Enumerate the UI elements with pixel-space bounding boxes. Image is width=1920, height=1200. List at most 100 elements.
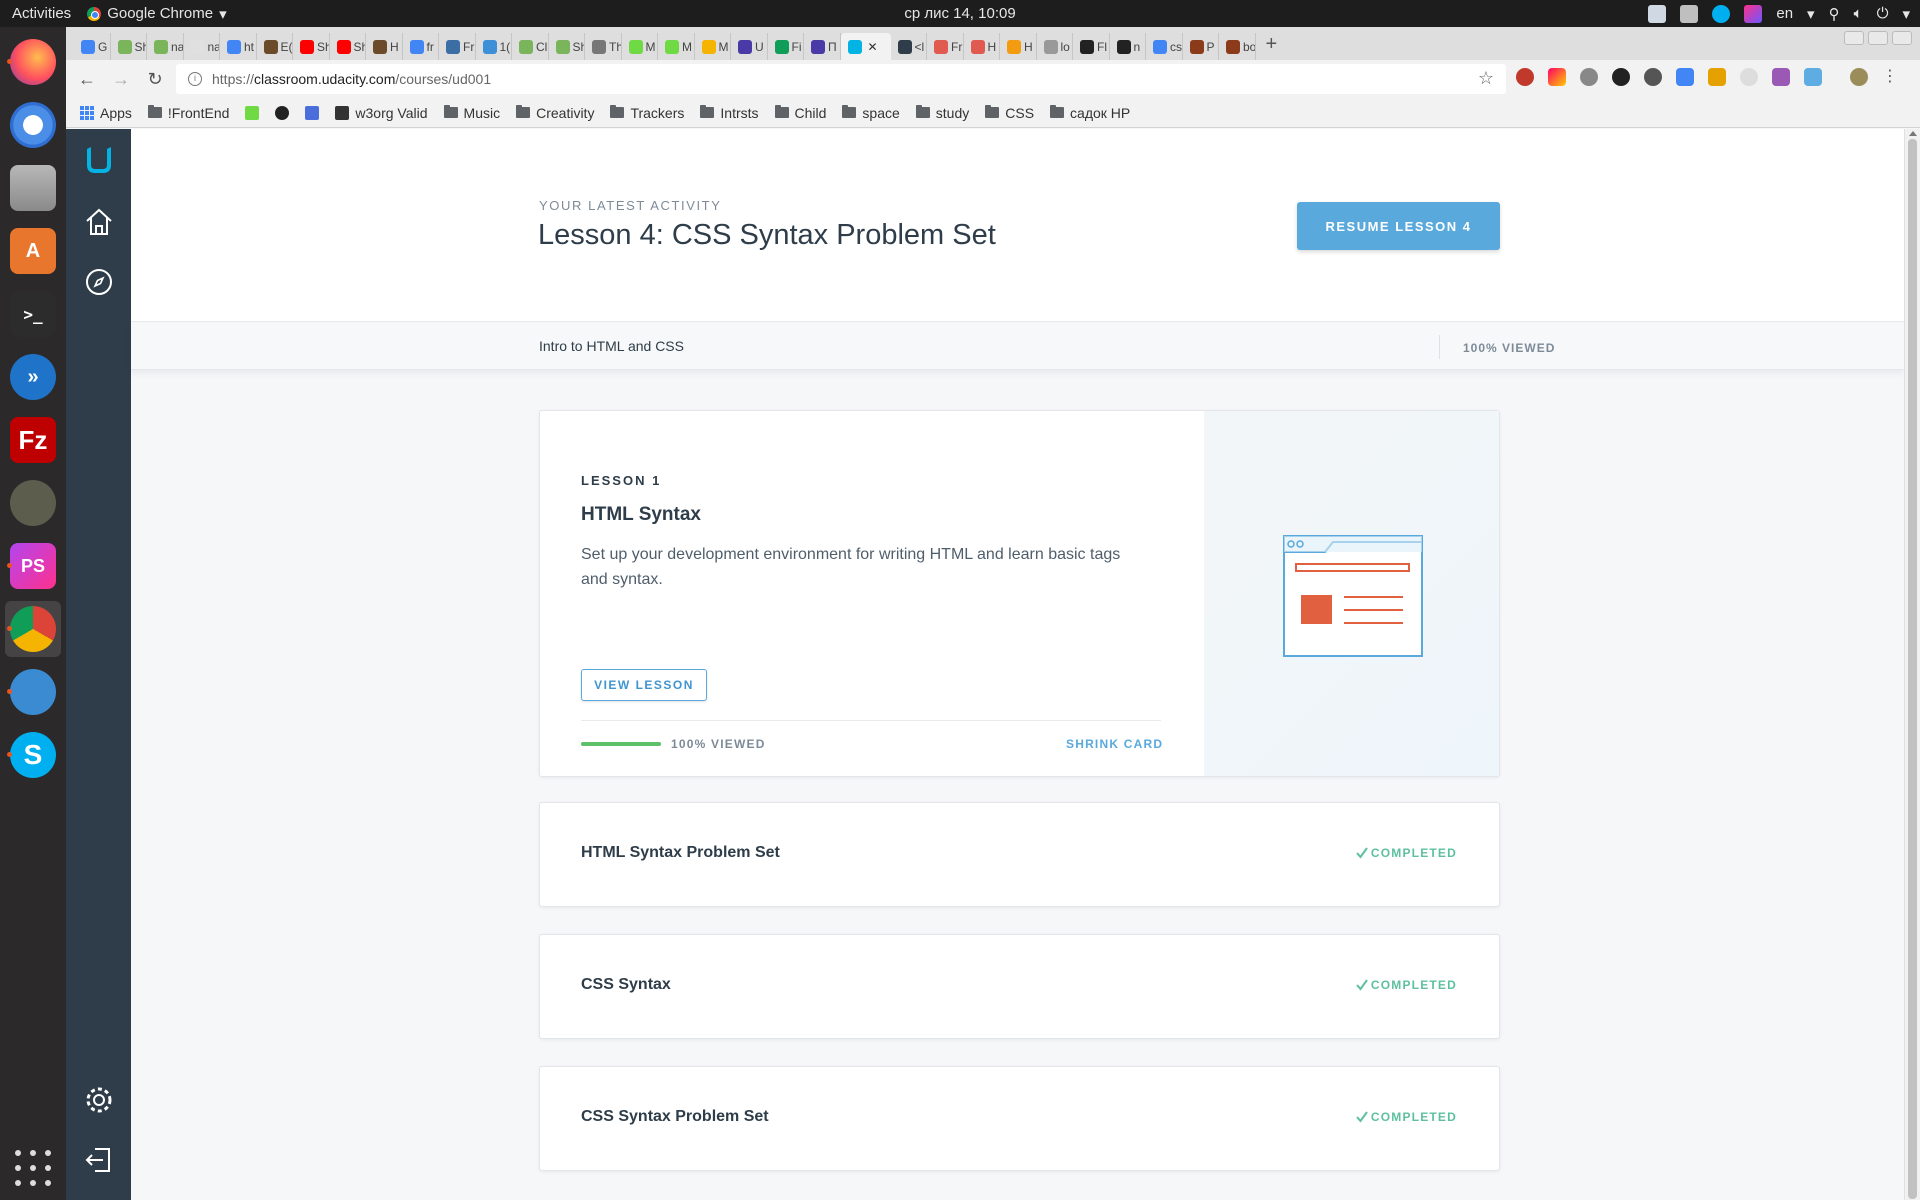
profile-avatar[interactable] bbox=[1850, 68, 1868, 86]
bookmark-item[interactable] bbox=[245, 105, 260, 120]
address-bar[interactable]: i https://classroom.udacity.com/courses/… bbox=[176, 64, 1506, 94]
browser-tab[interactable]: Sh bbox=[293, 33, 330, 60]
show-applications-icon[interactable] bbox=[13, 1148, 53, 1188]
app-menu[interactable]: Google Chrome ▾ bbox=[87, 5, 227, 23]
close-tab-icon[interactable]: ✕ bbox=[868, 40, 878, 54]
bookmark-item[interactable]: Creativity bbox=[516, 105, 594, 121]
concept-card[interactable]: CSS Syntax Problem Set COMPLETED bbox=[539, 1066, 1500, 1171]
logout-icon[interactable] bbox=[83, 1144, 115, 1176]
browser-tab[interactable]: Cl bbox=[512, 33, 549, 60]
pen-icon[interactable] bbox=[1772, 68, 1790, 86]
dock-chromium[interactable] bbox=[5, 97, 61, 153]
bookmark-item[interactable]: !FrontEnd bbox=[147, 105, 229, 121]
browser-tab[interactable]: П bbox=[804, 33, 841, 60]
browser-tab[interactable]: fr bbox=[403, 33, 439, 60]
dock-phpstorm[interactable]: PS bbox=[5, 538, 61, 594]
browser-tab[interactable]: n bbox=[1110, 33, 1146, 60]
network-icon[interactable]: ⚲ bbox=[1829, 5, 1840, 23]
browser-tab[interactable]: na bbox=[184, 33, 220, 60]
browser-tab[interactable]: H bbox=[366, 33, 403, 60]
udacity-logo-icon[interactable] bbox=[81, 143, 117, 179]
bookmark-item[interactable]: садок HP bbox=[1050, 105, 1130, 121]
bookmark-item[interactable]: w3org Valid bbox=[335, 105, 428, 121]
eye-icon[interactable] bbox=[1612, 68, 1630, 86]
minimize-button[interactable] bbox=[1844, 31, 1864, 45]
dock-software-center[interactable]: A bbox=[5, 223, 61, 279]
extension-icon[interactable] bbox=[1644, 68, 1662, 86]
skype-tray-icon[interactable] bbox=[1712, 4, 1731, 23]
extension-icon[interactable] bbox=[1580, 68, 1598, 86]
browser-tab[interactable]: P bbox=[1183, 33, 1219, 60]
browser-tab[interactable]: Sh bbox=[549, 33, 585, 60]
page-scrollbar[interactable] bbox=[1904, 129, 1920, 1200]
close-window-button[interactable] bbox=[1892, 31, 1912, 45]
course-name[interactable]: Intro to HTML and CSS bbox=[539, 338, 684, 354]
dock-firefox[interactable] bbox=[5, 34, 61, 90]
language-indicator[interactable]: en bbox=[1776, 5, 1793, 22]
browser-tab[interactable]: H bbox=[964, 33, 1000, 60]
maximize-button[interactable] bbox=[1868, 31, 1888, 45]
volume-icon[interactable]: 🔈︎ bbox=[1854, 5, 1863, 22]
dock-chrome[interactable] bbox=[5, 601, 61, 657]
dock-files[interactable] bbox=[5, 160, 61, 216]
browser-tab[interactable]: E( bbox=[257, 33, 293, 60]
bookmark-item[interactable]: Intrsts bbox=[700, 105, 759, 121]
concept-card[interactable]: HTML Syntax Problem Set COMPLETED bbox=[539, 802, 1500, 907]
shrink-card-button[interactable]: SHRINK CARD bbox=[1066, 737, 1163, 751]
home-icon[interactable] bbox=[82, 205, 116, 239]
extension-icon[interactable] bbox=[1516, 68, 1534, 86]
site-info-icon[interactable]: i bbox=[188, 72, 202, 86]
extension-icon[interactable] bbox=[1548, 68, 1566, 86]
view-lesson-button[interactable]: VIEW LESSON bbox=[581, 669, 707, 701]
browser-tab[interactable]: Fi bbox=[768, 33, 804, 60]
jetbrains-toolbox-icon[interactable] bbox=[1744, 4, 1763, 23]
back-icon[interactable]: ← bbox=[74, 66, 100, 92]
forward-icon[interactable]: → bbox=[108, 66, 134, 92]
browser-tab[interactable]: bo bbox=[1219, 33, 1256, 60]
browser-tab[interactable]: U bbox=[731, 33, 768, 60]
resume-lesson-button[interactable]: RESUME LESSON 4 bbox=[1297, 202, 1500, 250]
activities-button[interactable]: Activities bbox=[12, 5, 71, 22]
browser-tab[interactable]: G sh bbox=[74, 33, 111, 60]
bookmark-item[interactable]: CSS bbox=[985, 105, 1034, 121]
dock-app-arrows[interactable]: » bbox=[5, 349, 61, 405]
compass-icon[interactable] bbox=[82, 265, 116, 299]
browser-tab[interactable]: M bbox=[658, 33, 695, 60]
bluetooth-icon[interactable] bbox=[1680, 4, 1699, 23]
browser-tab[interactable]: M bbox=[622, 33, 658, 60]
browser-tab[interactable]: <l bbox=[891, 33, 927, 60]
concept-card[interactable]: CSS Syntax COMPLETED bbox=[539, 934, 1500, 1039]
bookmark-item[interactable]: Music bbox=[443, 105, 500, 121]
dock-terminal[interactable]: >_ bbox=[5, 286, 61, 342]
bookmark-item[interactable] bbox=[305, 105, 320, 120]
extension-icon[interactable] bbox=[1740, 68, 1758, 86]
bookmark-item[interactable] bbox=[275, 105, 290, 120]
browser-tab[interactable]: Sh bbox=[111, 33, 147, 60]
browser-tab[interactable]: H bbox=[1000, 33, 1037, 60]
dock-gimp[interactable] bbox=[5, 475, 61, 531]
browser-tab[interactable]: lo bbox=[1037, 33, 1073, 60]
browser-tab[interactable]: 1( bbox=[476, 33, 512, 60]
browser-tab[interactable]: ht bbox=[220, 33, 257, 60]
bookmark-star-icon[interactable]: ☆ bbox=[1478, 68, 1494, 89]
dock-transmission[interactable] bbox=[5, 664, 61, 720]
scroll-up-icon[interactable] bbox=[1909, 131, 1917, 136]
extension-icon[interactable] bbox=[1804, 68, 1822, 86]
css-extension-icon[interactable] bbox=[1708, 68, 1726, 86]
browser-tab[interactable]: Sh bbox=[330, 33, 366, 60]
bookmark-item[interactable]: study bbox=[915, 105, 969, 121]
scrollbar-thumb[interactable] bbox=[1908, 139, 1917, 1199]
gear-icon[interactable] bbox=[83, 1084, 115, 1116]
browser-tab[interactable]: cs bbox=[1146, 33, 1183, 60]
browser-tab[interactable]: M bbox=[695, 33, 731, 60]
browser-tab[interactable]: Th bbox=[585, 33, 622, 60]
dock-skype[interactable]: S bbox=[5, 727, 61, 783]
bookmark-item[interactable]: Trackers bbox=[610, 105, 684, 121]
new-tab-button[interactable]: + bbox=[1266, 33, 1278, 56]
dock-filezilla[interactable]: Fz bbox=[5, 412, 61, 468]
bookmark-item[interactable]: space bbox=[842, 105, 900, 121]
power-icon[interactable]: ⏻ bbox=[1877, 5, 1889, 22]
reload-icon[interactable]: ↻ bbox=[142, 66, 168, 92]
tab-active[interactable]: ✕ bbox=[840, 33, 891, 60]
browser-tab[interactable]: Fl bbox=[1073, 33, 1110, 60]
